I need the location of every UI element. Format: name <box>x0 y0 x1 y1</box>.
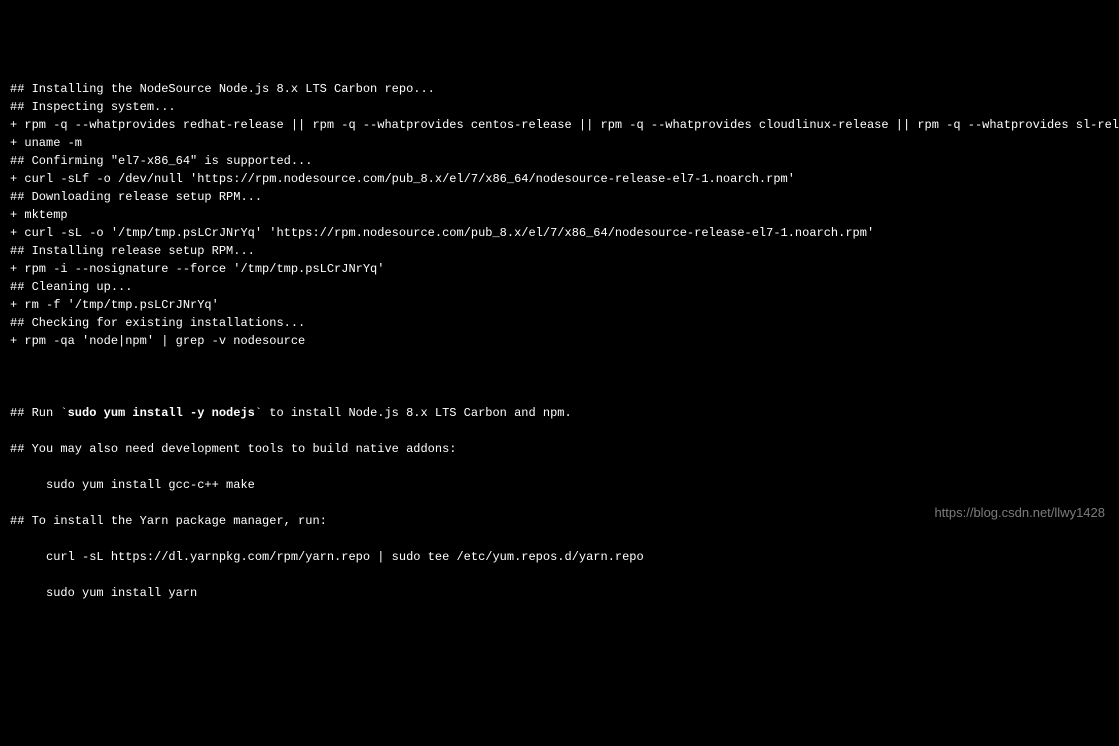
run-suffix: ` to install Node.js 8.x LTS Carbon and … <box>255 406 572 420</box>
terminal-line: curl -sL https://dl.yarnpkg.com/rpm/yarn… <box>10 548 1109 566</box>
terminal-line: + curl -sL -o '/tmp/tmp.psLCrJNrYq' 'htt… <box>10 224 1109 242</box>
terminal-line: ## Inspecting system... <box>10 98 1109 116</box>
terminal-line: ## Confirming "el7-x86_64" is supported.… <box>10 152 1109 170</box>
terminal-line: ## Installing the NodeSource Node.js 8.x… <box>10 80 1109 98</box>
terminal-output: ## Installing the NodeSource Node.js 8.x… <box>10 80 1109 350</box>
run-prefix: ## Run ` <box>10 406 68 420</box>
terminal-line: + rm -f '/tmp/tmp.psLCrJNrYq' <box>10 296 1109 314</box>
terminal-line: + mktemp <box>10 206 1109 224</box>
terminal-line: sudo yum install gcc-c++ make <box>10 476 1109 494</box>
terminal-line: + rpm -q --whatprovides redhat-release |… <box>10 116 1109 134</box>
terminal-line: ## Checking for existing installations..… <box>10 314 1109 332</box>
terminal-line: + rpm -i --nosignature --force '/tmp/tmp… <box>10 260 1109 278</box>
terminal-line: ## Installing release setup RPM... <box>10 242 1109 260</box>
run-command-bold: sudo yum install -y nodejs <box>68 406 255 420</box>
terminal-line: sudo yum install yarn <box>10 584 1109 602</box>
watermark-text: https://blog.csdn.net/llwy1428 <box>934 503 1105 523</box>
terminal-line: + uname -m <box>10 134 1109 152</box>
terminal-line: + rpm -qa 'node|npm' | grep -v nodesourc… <box>10 332 1109 350</box>
terminal-line: ## Downloading release setup RPM... <box>10 188 1109 206</box>
terminal-line: ## Cleaning up... <box>10 278 1109 296</box>
terminal-line: + curl -sLf -o /dev/null 'https://rpm.no… <box>10 170 1109 188</box>
terminal-line: ## You may also need development tools t… <box>10 440 1109 458</box>
terminal-line: ## Run `sudo yum install -y nodejs` to i… <box>10 404 1109 422</box>
